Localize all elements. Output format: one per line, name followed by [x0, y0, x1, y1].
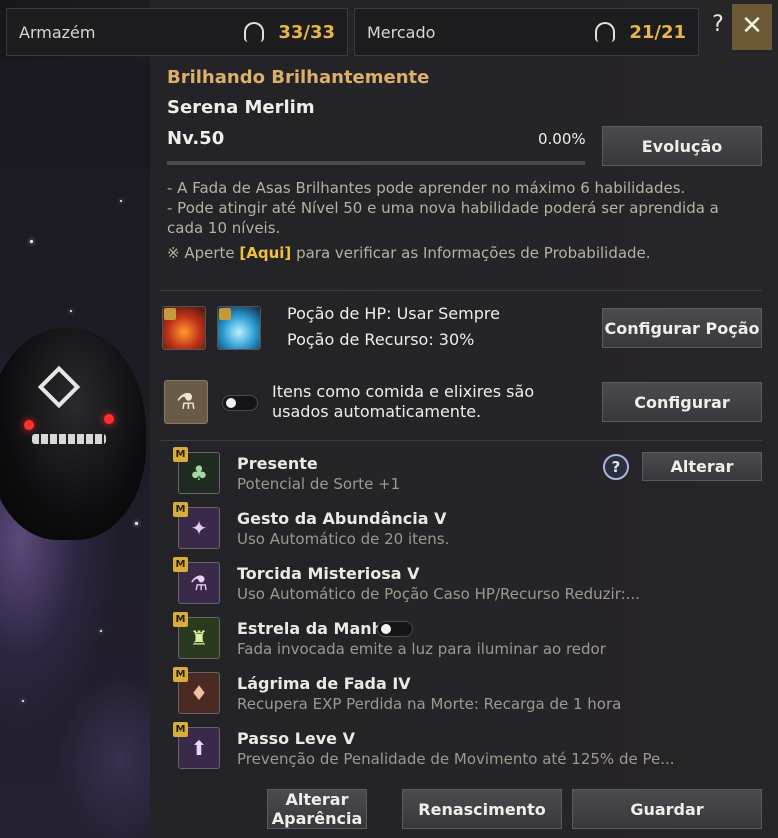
rebirth-button[interactable]: Renascimento — [402, 789, 562, 829]
exp-progress-bar — [167, 161, 585, 165]
change-appearance-label-line1: Alterar — [285, 790, 349, 809]
skill-desc: Potencial de Sorte +1 — [237, 475, 401, 493]
skill-name: Lágrima de Fada IV — [237, 674, 411, 693]
close-button[interactable]: ✕ — [732, 4, 772, 50]
hp-potion-text: Poção de HP: Usar Sempre — [287, 304, 500, 323]
star-sparkle — [120, 200, 122, 202]
help-button[interactable]: ? — [704, 4, 732, 46]
mastery-badge: M — [173, 557, 188, 572]
mastery-badge: M — [173, 667, 188, 682]
mastery-badge: M — [173, 722, 188, 737]
star-sparkle — [30, 240, 33, 243]
fairy-eye — [24, 420, 34, 430]
potion-badge-icon — [164, 308, 176, 320]
mastery-badge: M — [173, 447, 188, 462]
fairy-name: Serena Merlim — [167, 97, 315, 118]
skill-name: Torcida Misteriosa V — [237, 564, 420, 583]
evolve-button[interactable]: Evolução — [602, 126, 762, 166]
probability-suffix: para verificar as Informações de Probabi… — [291, 244, 651, 262]
fairy-eye — [104, 414, 114, 424]
star-sparkle — [70, 310, 72, 312]
skill-desc: Fada invocada emite a luz para iluminar … — [237, 640, 606, 658]
info-line: cada 10 níveis. — [167, 219, 281, 237]
market-count: 21/21 — [629, 21, 686, 43]
divider — [160, 440, 762, 441]
pet-icon — [595, 22, 616, 42]
toggle-knob — [381, 624, 391, 634]
storage-label: Armazém — [19, 22, 96, 42]
mastery-badge: M — [173, 612, 188, 627]
fairy-preview — [0, 60, 150, 838]
market-tab[interactable]: Mercado 21/21 — [354, 8, 699, 56]
info-line: - A Fada de Asas Brilhantes pode aprende… — [167, 179, 686, 197]
rune-icon — [37, 365, 81, 409]
skill-desc: Uso Automático de 20 itens. — [237, 530, 450, 548]
fairy-title: Brilhando Brilhantemente — [167, 67, 430, 88]
probability-note: ※ Aperte [Aqui] para verificar as Inform… — [167, 243, 651, 263]
change-appearance-button[interactable]: Alterar Aparência — [267, 789, 367, 829]
resource-potion-icon — [217, 306, 261, 350]
skill-name: Passo Leve V — [237, 729, 355, 748]
store-button[interactable]: Guardar — [572, 789, 762, 829]
fairy-level: Nv.50 — [167, 128, 225, 149]
storage-tab[interactable]: Armazém 33/33 — [6, 8, 348, 56]
fairy-mouth — [32, 434, 106, 444]
auto-item-flask-icon: ⚗ — [164, 380, 208, 424]
skill-desc: Uso Automático de Poção Caso HP/Recurso … — [237, 585, 640, 603]
potion-badge-icon — [219, 308, 231, 320]
probability-prefix: ※ Aperte — [167, 244, 240, 262]
storage-count: 33/33 — [278, 21, 335, 43]
skill-name: Estrela da Manhã — [237, 619, 394, 638]
star-sparkle — [100, 630, 102, 632]
configure-potion-button[interactable]: Configurar Poção — [602, 308, 762, 348]
progress-percent: 0.00% — [538, 130, 586, 148]
skill-name: Gesto da Abundância V — [237, 509, 447, 528]
auto-items-toggle[interactable] — [222, 395, 258, 411]
probability-link[interactable]: [Aqui] — [239, 244, 291, 262]
hp-potion-icon — [162, 306, 206, 350]
toggle-knob — [226, 398, 236, 408]
change-skill-button[interactable]: Alterar — [642, 452, 762, 481]
auto-items-text: Itens como comida e elixires são usados … — [272, 382, 535, 421]
skill-help-icon[interactable]: ? — [603, 454, 629, 480]
star-sparkle — [135, 522, 138, 525]
mastery-badge: M — [173, 502, 188, 517]
pet-icon — [244, 22, 265, 42]
star-sparkle — [22, 700, 24, 702]
pet-window: Armazém 33/33 Mercado 21/21 ? ✕ Brilhand… — [0, 0, 778, 838]
fairy-character — [0, 328, 146, 540]
configure-auto-items-button[interactable]: Configurar — [602, 382, 762, 422]
info-line: - Pode atingir até Nível 50 e uma nova h… — [167, 199, 719, 217]
resource-potion-text: Poção de Recurso: 30% — [287, 330, 475, 349]
skill-desc: Recupera EXP Perdida na Morte: Recarga d… — [237, 695, 622, 713]
morning-star-toggle[interactable] — [377, 621, 413, 637]
market-label: Mercado — [367, 22, 436, 42]
skill-name: Presente — [237, 454, 318, 473]
skill-desc: Prevenção de Penalidade de Movimento até… — [237, 750, 675, 768]
divider — [160, 290, 762, 291]
change-appearance-label-line2: Aparência — [271, 809, 363, 828]
